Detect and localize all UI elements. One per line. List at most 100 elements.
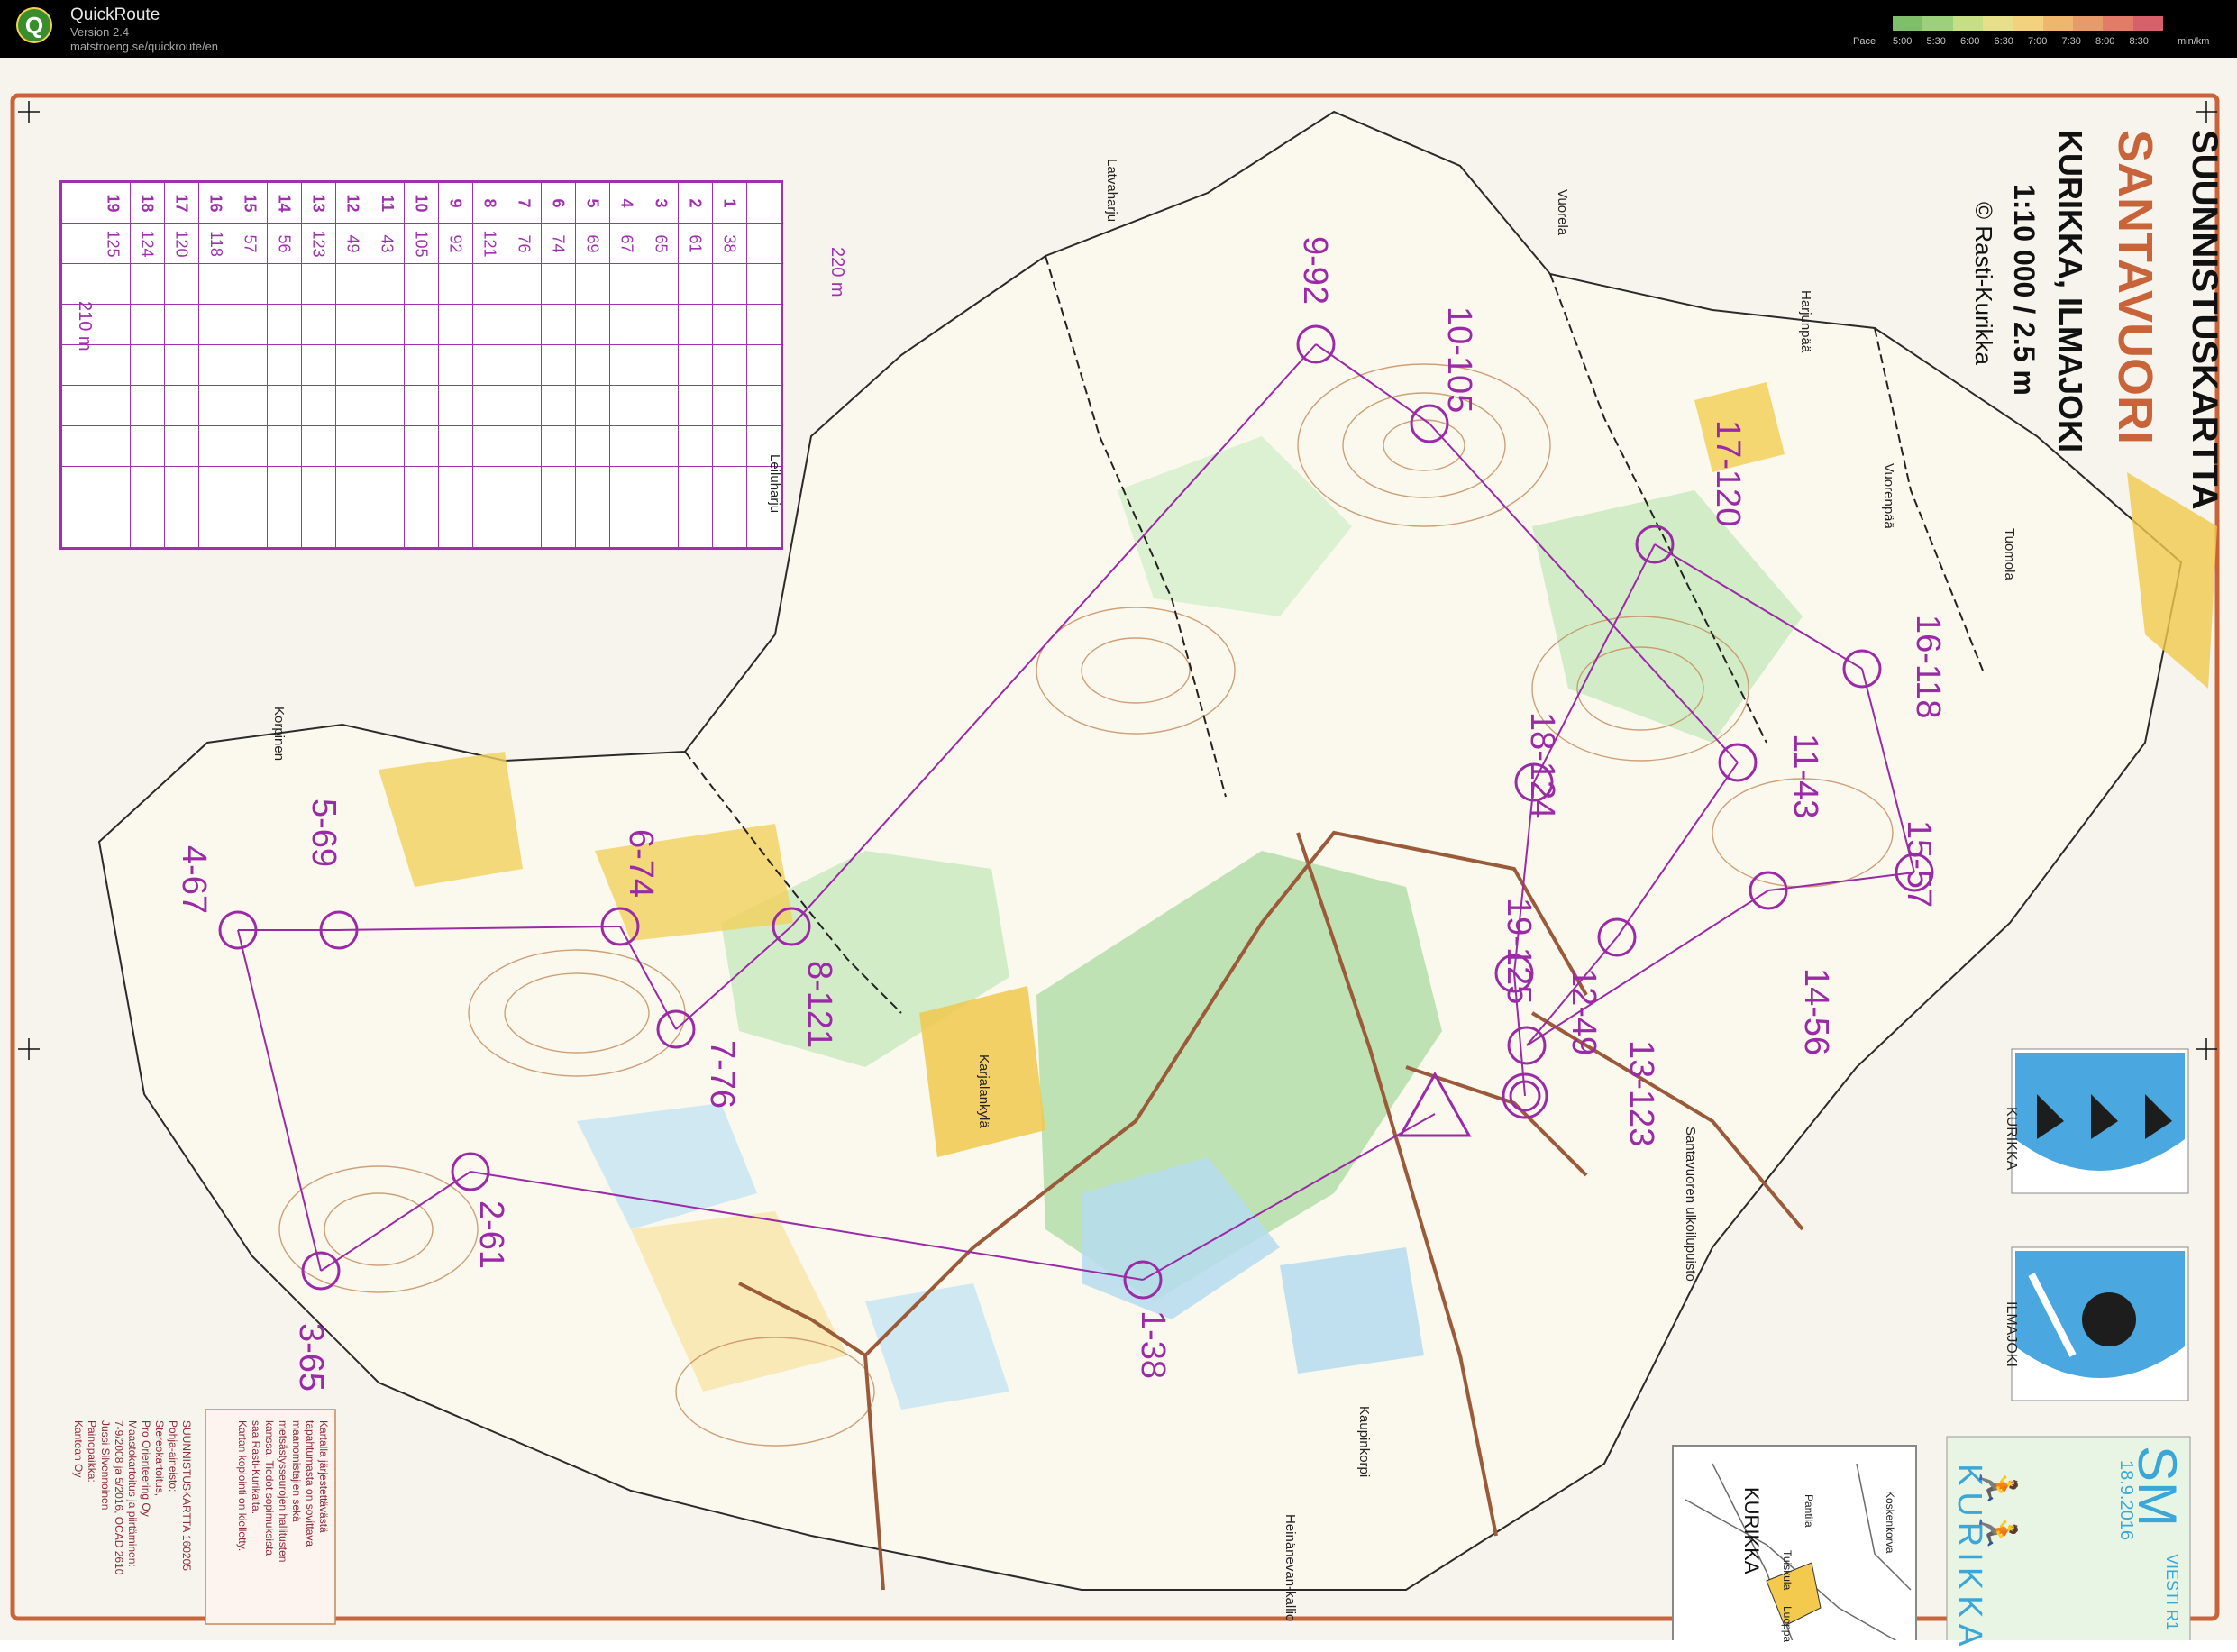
place-name: Korpinen xyxy=(271,707,287,762)
description-cell: 4 xyxy=(609,181,644,224)
description-cell xyxy=(96,304,131,345)
map-copyright: © Rasti-Kurikka xyxy=(1970,202,1997,365)
credit-line: Pro Orienteering Oy xyxy=(140,1420,152,1517)
description-cell xyxy=(438,263,473,305)
description-cell xyxy=(164,385,199,426)
description-cell: 2 xyxy=(678,181,713,224)
description-cell xyxy=(370,344,405,386)
control-number: 2 xyxy=(686,197,705,208)
control-code: 43 xyxy=(379,233,397,253)
description-cell xyxy=(609,263,644,305)
description-cell xyxy=(404,263,439,305)
credit-line: Painopaikka: xyxy=(86,1420,98,1483)
description-cell: 9 xyxy=(438,181,473,224)
description-cell xyxy=(472,425,507,467)
control-label-6: 6-74 xyxy=(622,829,660,899)
description-cell xyxy=(438,385,473,426)
description-cell xyxy=(370,425,405,467)
description-cell xyxy=(60,223,96,264)
description-cell xyxy=(678,263,713,305)
description-cell xyxy=(130,507,165,549)
control-label-17: 17-120 xyxy=(1709,420,1747,527)
orienteer-figures-icon: 🏃🏃 xyxy=(1977,1464,2017,1554)
pace-tick-label: 6:30 xyxy=(1994,36,2013,47)
description-cell xyxy=(438,425,473,467)
description-cell xyxy=(130,425,165,467)
description-cell xyxy=(507,385,542,426)
description-cell xyxy=(404,344,439,386)
control-label-2: 2-61 xyxy=(472,1200,510,1270)
control-label-16: 16-118 xyxy=(1909,615,1947,719)
notice-line: kanssa. Tiedot sopimuksista xyxy=(263,1420,276,1556)
description-cell: 17 xyxy=(164,181,199,224)
description-cell xyxy=(96,263,131,305)
inset-name-pantila: Pantila xyxy=(1803,1494,1815,1528)
control-code: 61 xyxy=(687,233,705,253)
pace-unit: min/km xyxy=(2178,36,2210,47)
pace-scale-segment xyxy=(1982,16,2013,31)
pace-tick-label: 5:00 xyxy=(1893,36,1913,47)
description-cell: 19 xyxy=(96,181,131,224)
description-cell xyxy=(746,344,782,386)
credit-line: 7-9/2008 ja 5/2016, OCAD 2610 xyxy=(113,1420,125,1575)
control-label-5: 5-69 xyxy=(305,799,342,868)
description-cell: 10 xyxy=(404,181,439,224)
place-name: Karjalankylä xyxy=(976,1054,991,1128)
control-code: 121 xyxy=(480,229,499,258)
map-canvas[interactable]: 19 18 17 16 15 14 13 12 11 10 9 8 7 6 5 4 3 2 1 125 124 120 11… xyxy=(0,58,2237,1652)
control-label-3: 3-65 xyxy=(292,1323,330,1392)
credit-line: Stereokartoitus, xyxy=(153,1420,166,1497)
place-name: Leiluharju xyxy=(767,454,782,514)
control-label-15: 15-57 xyxy=(1900,820,1938,908)
pace-scale-segment xyxy=(2013,16,2043,31)
control-label-14: 14-56 xyxy=(1797,968,1835,1056)
description-cell xyxy=(609,344,644,386)
control-code: 123 xyxy=(309,229,328,258)
description-cell xyxy=(198,425,233,467)
description-cell xyxy=(609,425,644,467)
description-cell: 14 xyxy=(267,181,302,224)
control-number: 19 xyxy=(105,193,123,213)
credit-line: SUUNNISTUSKARTTA 160205 xyxy=(180,1420,193,1571)
pace-scale-segment xyxy=(2103,16,2133,31)
control-label-8: 8-121 xyxy=(800,961,838,1049)
description-cell: 1 xyxy=(712,181,747,224)
description-cell xyxy=(575,385,610,426)
description-cell xyxy=(541,507,576,549)
description-cell xyxy=(267,344,302,386)
control-number: 17 xyxy=(173,193,191,213)
kurikka-logo-text: KURIKKA xyxy=(2004,1107,2019,1171)
description-cell xyxy=(370,466,405,507)
control-code: 49 xyxy=(344,233,362,253)
description-cell xyxy=(404,425,439,467)
description-cell xyxy=(507,263,542,305)
description-cell xyxy=(198,304,233,345)
control-label-19: 19-125 xyxy=(1500,898,1538,1005)
description-cell xyxy=(678,507,713,549)
description-cell: 125 xyxy=(96,223,131,264)
description-cell: 69 xyxy=(575,223,610,264)
app-titlebar: Q QuickRoute Version 2.4 matstroeng.se/q… xyxy=(0,0,2237,58)
description-cell xyxy=(438,344,473,386)
description-cell xyxy=(267,425,302,467)
control-label-1: 1-38 xyxy=(1134,1310,1172,1380)
marsh-blue-4 xyxy=(1280,1247,1424,1374)
app-url[interactable]: matstroeng.se/quickroute/en xyxy=(70,40,218,53)
quickroute-logo-icon: Q xyxy=(16,7,52,43)
control-label-9: 9-92 xyxy=(1296,236,1334,306)
description-cell xyxy=(130,304,165,345)
description-cell xyxy=(404,304,439,345)
description-cell xyxy=(233,263,268,305)
description-cell xyxy=(96,466,131,507)
description-cell xyxy=(644,385,679,426)
description-cell xyxy=(267,466,302,507)
place-name: Tuomola xyxy=(2002,528,2017,580)
control-number: 18 xyxy=(139,193,157,213)
description-cell xyxy=(96,344,131,386)
control-code: 38 xyxy=(721,233,739,253)
pace-tick-label: 5:30 xyxy=(1926,36,1946,47)
description-cell xyxy=(233,466,268,507)
description-cell xyxy=(301,263,336,305)
credit-line: Jussi Silvennoinen xyxy=(99,1420,112,1511)
description-cell xyxy=(60,181,96,224)
